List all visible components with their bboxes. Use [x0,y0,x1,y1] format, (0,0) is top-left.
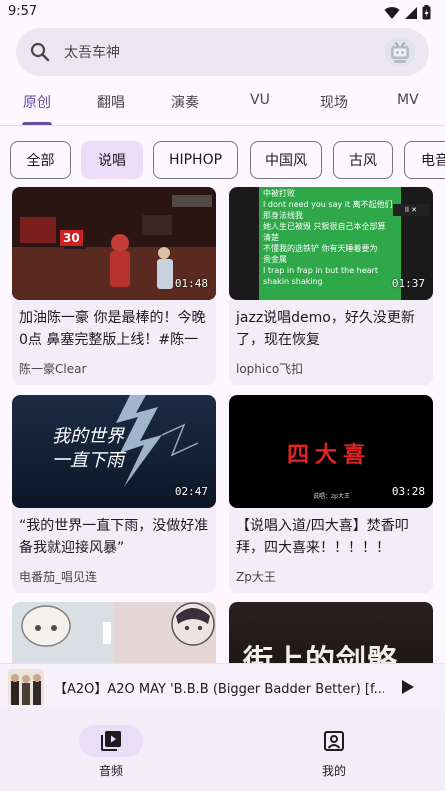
thumbnail-title-text: 我的世界 一直下雨 [52,426,124,471]
now-playing-title[interactable]: 【A2O】A2O MAY 'B.B.B (Bigger Badder Bette… [54,678,384,697]
video-card[interactable]: 30 01:48 加油陈一豪 你是最棒的！今晚0点 鼻塞完整版上线！#陈一豪 陈… [12,187,216,385]
video-duration: 03:28 [391,485,425,498]
chip-electronic[interactable]: 电音 [404,141,445,179]
video-card[interactable] [12,602,216,663]
category-tabs: 原创 翻唱 演奏 VU 现场 MV [0,86,445,126]
mini-video-controls: ll ✕ [393,204,429,216]
anime-character-image [21,602,215,647]
video-thumbnail[interactable]: 我的世界 一直下雨 02:47 [12,395,216,508]
search-icon[interactable] [28,40,52,64]
video-duration: 02:47 [174,485,208,498]
video-thumbnail[interactable]: 中被打败 I dont need you say it 离不起他们 那身法线我 … [229,187,433,300]
video-thumbnail[interactable]: 30 01:48 [12,187,216,300]
nav-label: 音频 [98,764,123,778]
chip-all[interactable]: 全部 [10,141,71,179]
tab-live[interactable]: 现场 [320,92,348,112]
video-title: jazz说唱demo，好久没更新了，现在恢复 [236,310,415,348]
lyrics-line: 清楚 [263,233,279,242]
tab-indicator [22,122,52,125]
nav-pill[interactable] [302,725,366,757]
video-duration: 01:37 [391,277,425,290]
chip-hiphop[interactable]: HIPHOP [153,141,238,179]
video-library-icon [101,731,121,751]
nav-pill-active[interactable] [79,725,143,757]
status-icons [384,5,431,20]
mini-player[interactable]: 【A2O】A2O MAY 'B.B.B (Bigger Badder Bette… [0,663,445,709]
video-title: 加油陈一豪 你是最棒的！今晚0点 鼻塞完整版上线！#陈一豪 [19,310,206,348]
filter-chips: 全部 说唱 HIPHOP 中国风 古风 电音 [10,141,445,179]
video-author: 电番茄_唱见连 [19,570,98,584]
now-playing-cover[interactable] [8,669,44,705]
wifi-icon [384,6,400,19]
status-bar: 9:57 [0,0,445,26]
search-bar[interactable]: 太吾车神 [16,28,429,76]
video-thumbnail[interactable]: 街上的剑骼 [229,602,433,663]
thumbnail-title-text: 街上的剑骼 [243,644,398,663]
lyrics-panel: 中被打败 I dont need you say it 离不起他们 那身法线我 … [259,187,401,300]
lyrics-line: I trap in frap in but the heart [263,266,378,275]
video-duration: 01:48 [174,277,208,290]
tab-mv[interactable]: MV [397,92,419,108]
tab-performance[interactable]: 演奏 [171,92,199,112]
lyrics-line: shakin shaking [263,277,323,286]
tab-vu[interactable]: VU [250,92,270,108]
tab-cover[interactable]: 翻唱 [97,92,125,112]
cellular-signal-icon [405,6,417,19]
bilibili-tv-icon [385,37,415,67]
avatar[interactable] [385,37,415,67]
lyrics-line: I dont need you say it 离不起他们 [263,200,393,209]
thumbnail-title-text: 四大喜 [287,442,372,468]
lyrics-line: 中被打败 [263,189,295,198]
nav-item-audio[interactable]: 音频 [79,725,143,779]
video-thumbnail[interactable]: 四大喜 说唱：zp大王 03:28 [229,395,433,508]
thumbnail-overlay-number: 30 [60,230,83,246]
video-card[interactable]: 中被打败 I dont need you say it 离不起他们 那身法线我 … [229,187,433,385]
thumbnail-subtitle-text: 说唱：zp大王 [313,493,350,500]
group-photo-image [8,669,44,705]
video-feed: 30 01:48 加油陈一豪 你是最棒的！今晚0点 鼻塞完整版上线！#陈一豪 陈… [0,187,445,663]
video-author: lophico飞扣 [236,362,304,376]
video-title: 【说唱入道/四大喜】焚香叩拜，四大喜来！！！！！ [236,518,409,556]
lyrics-line: 不懂我的选铁铲 你有天睡着要为 [263,244,378,253]
lyrics-line: 贵金属 [263,255,287,264]
tab-original[interactable]: 原创 [23,92,51,112]
video-card[interactable]: 四大喜 说唱：zp大王 03:28 【说唱入道/四大喜】焚香叩拜，四大喜来！！！… [229,395,433,593]
video-title: “我的世界一直下雨，没做好准备我就迎接风暴” [19,518,209,556]
video-author: 陈一豪Clear [19,362,87,376]
lyrics-line: 她人生已被毁 只狠很自己本全部算 [263,222,386,231]
video-thumbnail[interactable] [12,602,216,663]
search-input[interactable]: 太吾车神 [64,42,120,62]
play-icon[interactable] [397,677,417,697]
video-card[interactable]: 街上的剑骼 [229,602,433,663]
account-box-icon [324,731,344,751]
battery-icon [422,5,431,20]
lyrics-line: 那身法线我 [263,211,303,220]
nav-item-mine[interactable]: 我的 [302,725,366,779]
video-author: Zp大王 [236,570,276,584]
chip-ancient-style[interactable]: 古风 [333,141,393,179]
status-time: 9:57 [8,4,38,19]
video-card[interactable]: 我的世界 一直下雨 02:47 “我的世界一直下雨，没做好准备我就迎接风暴” 电… [12,395,216,593]
chip-rap[interactable]: 说唱 [81,141,143,179]
nav-label: 我的 [321,764,346,778]
bottom-navigation: 音频 我的 [0,709,445,791]
app-screen: 9:57 太吾车神 原创 翻唱 演奏 VU 现场 MV 全部 说唱 HIPHOP… [0,0,445,791]
chip-chinese-style[interactable]: 中国风 [250,141,322,179]
